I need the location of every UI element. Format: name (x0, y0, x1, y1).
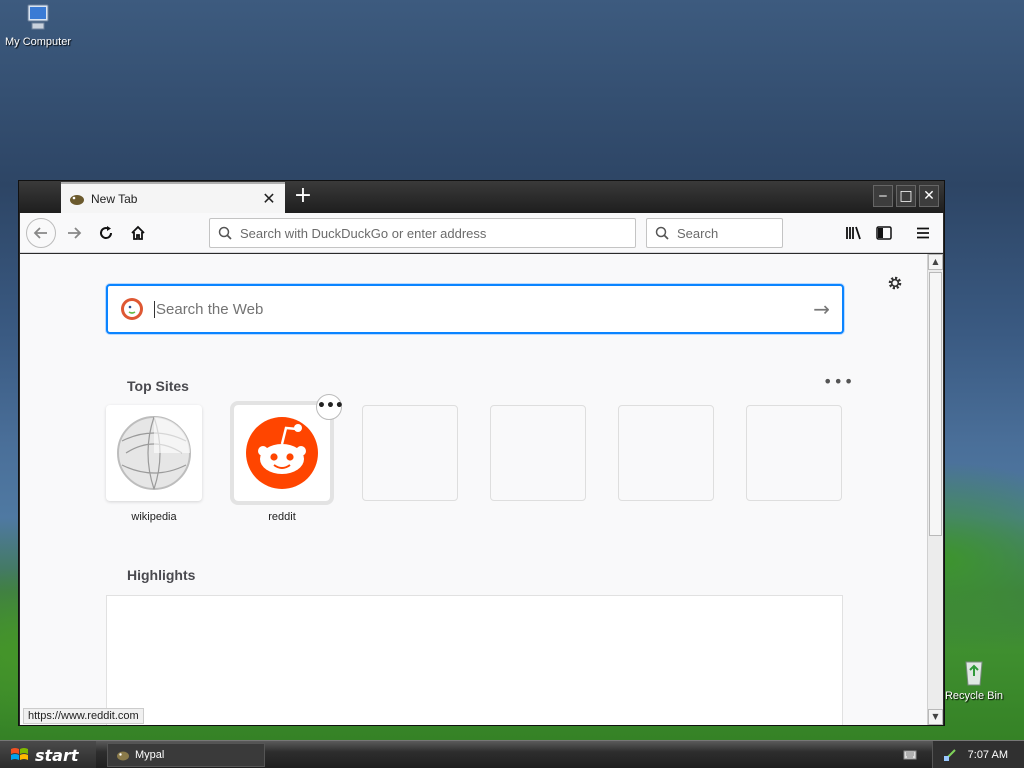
mypal-app-icon (117, 751, 129, 761)
back-arrow-icon (33, 227, 47, 239)
top-site-empty-slot (746, 405, 842, 501)
start-label: start (35, 745, 79, 765)
desktop-icon-recycle-bin[interactable]: Recycle Bin (934, 656, 1014, 702)
clock[interactable]: 7:07 AM (968, 749, 1008, 761)
sidebar-toggle-button[interactable] (870, 219, 898, 247)
home-button[interactable] (124, 219, 152, 247)
library-button[interactable] (840, 219, 868, 247)
forward-arrow-icon (68, 227, 82, 239)
vertical-scrollbar[interactable]: ▲ ▼ (927, 254, 943, 725)
tab-bar: New Tab ✕ + ‒ □ ✕ (19, 181, 944, 213)
windows-logo-icon (11, 748, 28, 760)
top-site-empty-slot (362, 405, 458, 501)
scroll-down-arrow-icon[interactable]: ▼ (928, 709, 943, 725)
taskbar-window-label: Mypal (135, 749, 165, 761)
top-site-tile-wikipedia[interactable] (106, 405, 202, 501)
top-site-empty-slot (490, 405, 586, 501)
sidebar-icon (876, 226, 892, 240)
library-icon (846, 226, 861, 240)
start-button[interactable]: start (0, 741, 96, 768)
reload-icon (100, 226, 113, 239)
tab-title: New Tab (91, 191, 138, 206)
new-tab-button[interactable]: + (291, 185, 315, 209)
maximize-button[interactable]: □ (896, 185, 916, 207)
tab-new-tab[interactable]: New Tab ✕ (61, 182, 285, 213)
gear-icon[interactable] (886, 274, 904, 292)
keyboard-icon (903, 750, 917, 760)
top-site-tile-reddit[interactable] (230, 401, 334, 505)
keyboard-tray-icon[interactable] (903, 748, 917, 761)
menu-button[interactable] (909, 219, 937, 247)
computer-icon (27, 4, 49, 30)
tile-context-menu-button[interactable]: ••• (316, 394, 344, 420)
search-icon (218, 226, 232, 240)
address-bar[interactable]: Search with DuckDuckGo or enter address (209, 218, 636, 248)
taskbar: start Mypal 7:07 AM (0, 740, 1024, 768)
minimize-button[interactable]: ‒ (873, 185, 893, 207)
navigation-toolbar: Search with DuckDuckGo or enter address … (20, 213, 943, 253)
taskbar-window-button[interactable]: Mypal (107, 743, 265, 767)
browser-window: New Tab ✕ + ‒ □ ✕ Search with DuckDuckGo… (18, 180, 945, 726)
hamburger-menu-icon (917, 227, 929, 239)
new-tab-page: Search the Web → Top Sites ••• ••• wikip… (20, 254, 927, 725)
highlights-heading: Highlights (127, 567, 196, 583)
tab-close-icon[interactable]: ✕ (261, 189, 277, 208)
web-search-placeholder: Search the Web (154, 300, 813, 318)
top-sites-heading: Top Sites (127, 378, 189, 394)
forward-button[interactable] (60, 219, 88, 247)
back-button[interactable] (26, 218, 56, 248)
top-sites-more-icon[interactable]: ••• (823, 372, 854, 391)
status-bar-url: https://www.reddit.com (23, 708, 144, 724)
highlights-panel (106, 595, 843, 725)
scroll-thumb[interactable] (929, 272, 942, 536)
close-window-button[interactable]: ✕ (919, 185, 939, 207)
recycle-bin-icon (965, 661, 983, 686)
desktop-icon-label: My Computer (4, 36, 72, 48)
address-placeholder: Search with DuckDuckGo or enter address (240, 225, 487, 241)
scroll-up-arrow-icon[interactable]: ▲ (928, 254, 943, 270)
network-tray-icon[interactable] (943, 748, 957, 762)
reload-button[interactable] (92, 219, 120, 247)
desktop-icon-label: Recycle Bin (944, 690, 1004, 702)
search-go-arrow-icon[interactable]: → (813, 297, 830, 321)
top-site-empty-slot (618, 405, 714, 501)
top-site-label-wikipedia[interactable]: wikipedia (106, 511, 202, 523)
system-tray: 7:07 AM (932, 741, 1024, 768)
search-placeholder: Search (677, 225, 719, 241)
search-icon (655, 226, 669, 240)
desktop-icon-my-computer[interactable]: My Computer (0, 2, 78, 48)
top-site-label-reddit[interactable]: reddit (234, 511, 330, 523)
duckduckgo-icon (121, 298, 143, 320)
wikipedia-globe-icon (117, 416, 191, 490)
home-icon (131, 225, 145, 240)
web-search-box[interactable]: Search the Web → (106, 284, 844, 334)
mypal-favicon-icon (70, 194, 84, 205)
reddit-logo-icon (246, 417, 318, 489)
search-bar[interactable]: Search (646, 218, 783, 248)
